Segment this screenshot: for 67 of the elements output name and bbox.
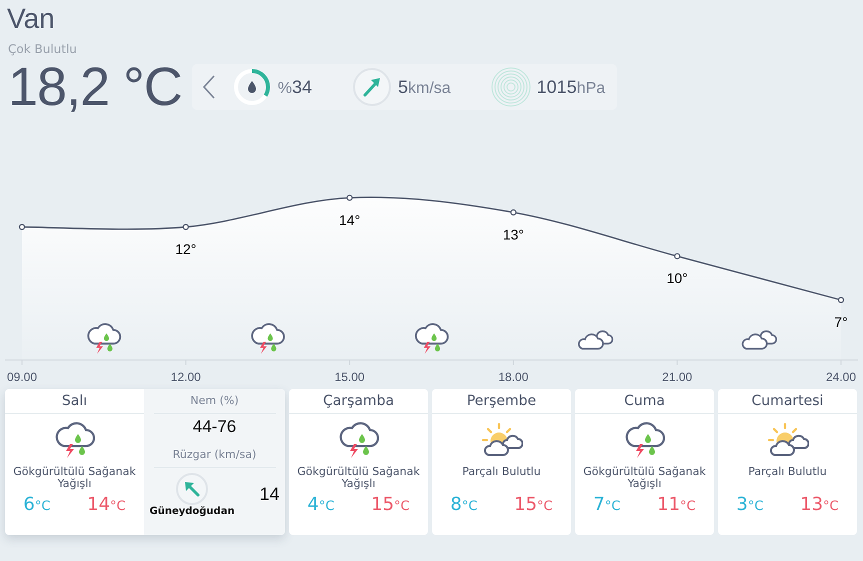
data-point [838,296,844,304]
data-point [510,209,516,216]
data-point [346,194,353,201]
day-condition: Gökgürültülü Sağanak Yağışlı [12,466,137,492]
high-temperature: 15°C [514,494,553,515]
low-temperature: 4°C [307,494,334,515]
current-condition: Çok Bulutlu [7,41,78,58]
weather-icon [88,324,120,354]
high-temperature: 15°C [371,494,410,515]
data-point [182,224,189,230]
temperature-label: 14° [339,212,360,228]
time-label: 12.00 [170,370,201,384]
pressure-icon [490,67,531,107]
high-temperature: 13°C [800,494,839,515]
wind-direction: Güneydoğudan [150,506,235,517]
day-card[interactable]: Çarşamba Gökgürültülü Sağanak Yağışlı 4°C 15°C [289,389,428,535]
day-name: Cumartesi [718,389,857,414]
day-condition: Gökgürültülü Sağanak Yağışlı [582,466,707,492]
humidity-range: 44-76 [192,416,236,438]
time-label: 15.00 [334,370,365,384]
day-name: Perşembe [432,389,571,414]
day-card[interactable]: Salı Gökgürültülü Sağanak Yağışlı 6°C 14°C Nem (%) 44-76 Rüzgar (km/sa) Güneydoğudan 14 [5,389,285,535]
city-name: Van [6,2,56,35]
high-temperature: 11°C [657,494,696,515]
weather-icon [624,422,666,458]
temperature-label: 12° [175,241,196,257]
current-temperature: 18,2 °C [7,59,182,115]
weather-icon [416,324,448,354]
time-label: 24.00 [826,370,856,384]
pressure-value: 1015hPa [536,76,606,98]
day-name: Çarşamba [289,389,428,414]
data-point [674,253,680,260]
temperature-label: 10° [666,270,688,286]
wind-value: 5km/sa [398,76,451,98]
weather-icon [252,324,284,354]
weather-icon [338,422,380,458]
time-label: 09.00 [6,370,38,384]
day-card[interactable]: Cumartesi Parçalı Bulutlu 3°C 13°C [718,389,857,535]
humidity-label: Nem (%) [154,389,276,414]
day-condition: Gökgürültülü Sağanak Yağışlı [296,466,421,492]
low-temperature: 7°C [593,494,620,515]
weather-icon [578,331,612,349]
wind-speed: 14 [259,484,280,505]
weather-icon [766,422,808,458]
day-condition: Parçalı Bulutlu [747,466,828,480]
chevron-left-icon[interactable] [202,74,216,100]
low-temperature: 3°C [736,494,764,515]
day-condition: Parçalı Bulutlu [461,466,542,480]
time-label: 18.00 [498,370,528,384]
wind-direction-icon [175,472,210,506]
day-card[interactable]: Perşembe Parçalı Bulutlu 8°C 15°C [432,389,571,535]
humidity-gauge [232,67,272,107]
temperature-label: 7° [834,314,848,330]
weather-icon [54,422,96,458]
high-temperature: 14°C [87,494,126,515]
temperature-label: 13° [502,226,524,242]
day-name: Cuma [575,389,714,414]
data-point [18,224,26,230]
wind-direction-icon [352,67,392,107]
wind-label: Rüzgar (km/sa) [154,443,276,468]
weather-icon [742,331,776,349]
low-temperature: 6°C [23,494,50,515]
day-card[interactable]: Cuma Gökgürültülü Sağanak Yağışlı 7°C 11°C [575,389,714,535]
humidity-value: %34 [278,76,312,98]
time-label: 21.00 [662,370,692,384]
low-temperature: 8°C [450,494,478,515]
weather-icon [480,422,522,458]
